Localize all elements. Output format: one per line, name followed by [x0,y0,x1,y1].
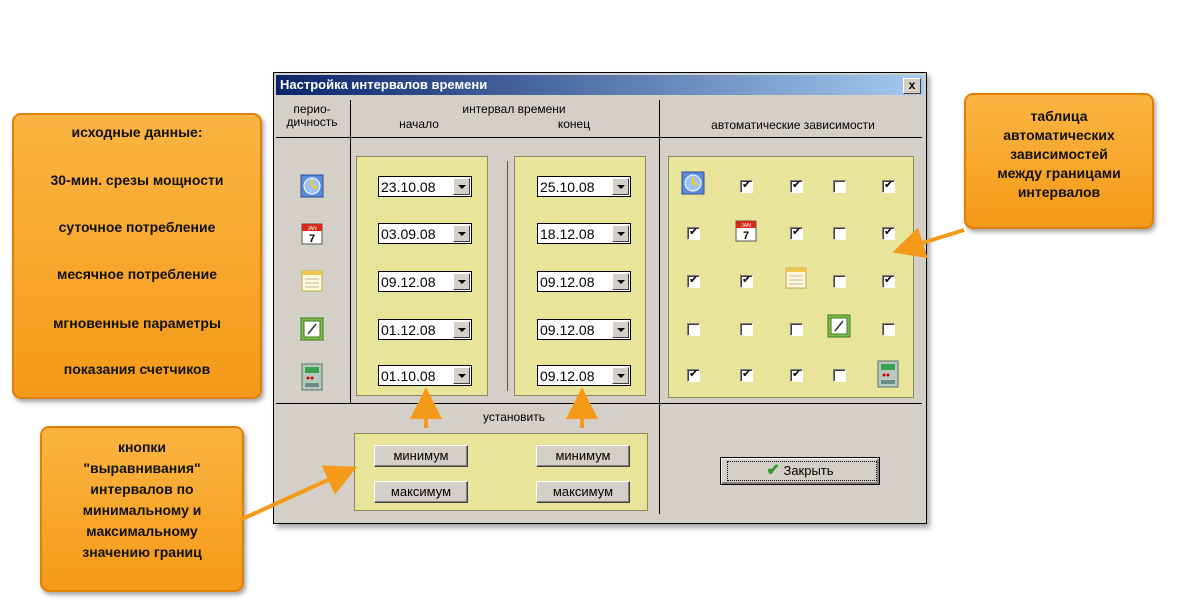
arrow-to-matrix [892,227,965,259]
arrow-to-buttons [239,465,358,522]
arrows-layer [239,227,965,522]
